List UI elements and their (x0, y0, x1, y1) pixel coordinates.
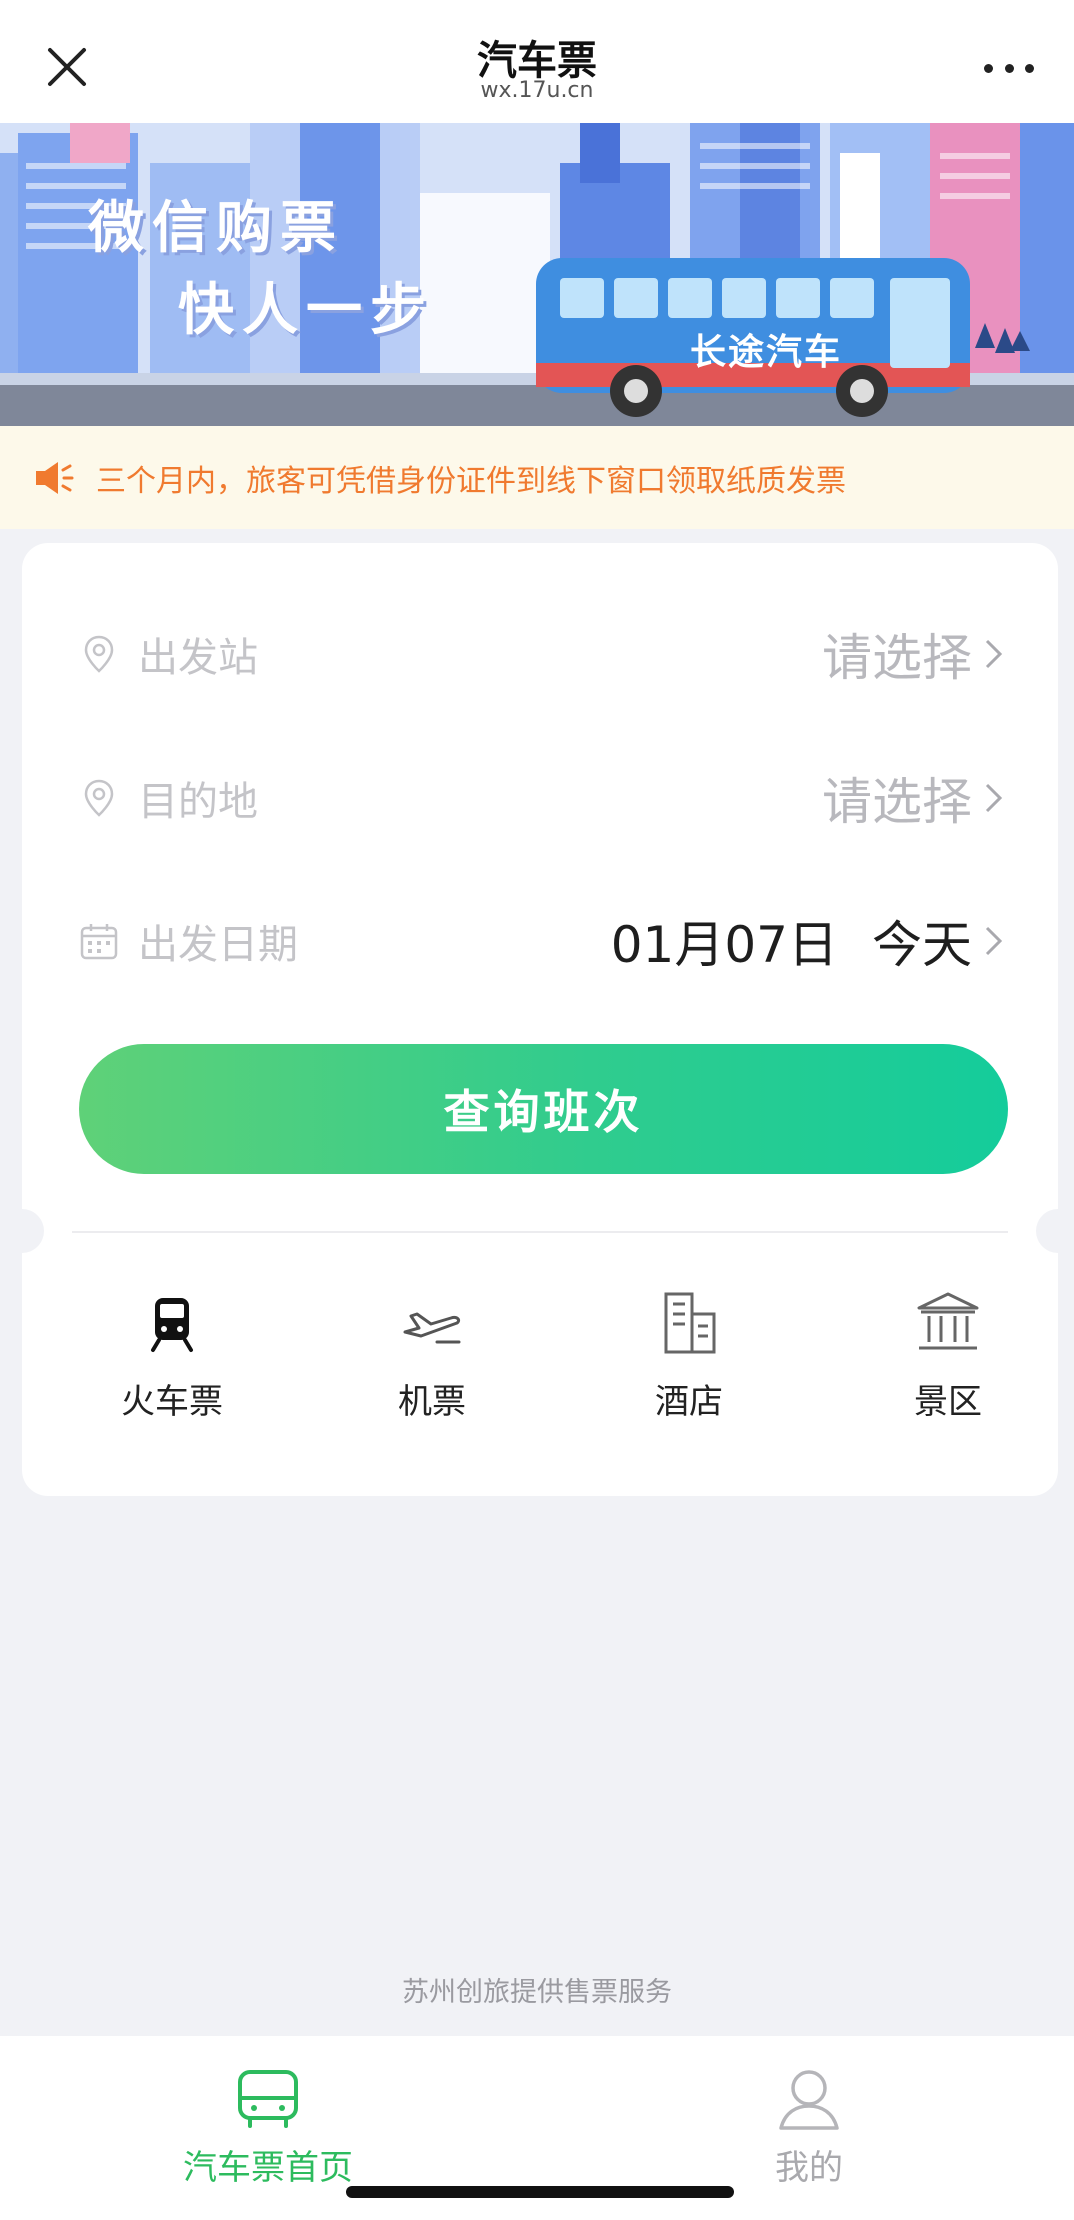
service-label: 火车票 (121, 1382, 223, 1422)
card-divider (72, 1231, 1008, 1233)
service-hotels[interactable]: 酒店 (589, 1288, 789, 1438)
notice-text: 三个月内，旅客可凭借身份证件到线下窗口领取纸质发票 (96, 463, 846, 499)
date-text: 01月07日 (610, 916, 838, 974)
destination-value: 请选择 (822, 773, 972, 831)
top-navigation-bar: 汽车票 wx.17u.cn (0, 0, 1074, 123)
service-provider-text: 苏州创旅提供售票服务 (402, 1977, 672, 2008)
calendar-icon (78, 920, 120, 962)
tab-label: 汽车票首页 (183, 2148, 353, 2188)
service-train-tickets[interactable]: 火车票 (72, 1288, 272, 1438)
services-row: 火车票 机票 酒店 景区 (22, 1288, 1058, 1438)
page-url: wx.17u.cn (480, 78, 594, 103)
bus-sign-text: 长途汽车 (689, 331, 842, 373)
service-label: 景区 (914, 1382, 982, 1422)
search-card: 出发站 请选择 目的地 请选择 出发日期 01月07日 今天 查询班次 火车票 … (0, 543, 1074, 1496)
promo-banner[interactable]: 微信购票 快人一步 长途汽车 (0, 123, 1074, 426)
more-options-button[interactable] (974, 48, 1044, 88)
chevron-right-icon (982, 920, 1006, 962)
service-label: 机票 (398, 1382, 466, 1422)
location-pin-icon (78, 777, 120, 819)
origin-station-value: 请选择 (822, 629, 972, 687)
service-scenic-spots[interactable]: 景区 (848, 1288, 1048, 1438)
more-dot-icon (984, 63, 993, 73)
home-indicator (346, 2186, 734, 2198)
banner-slogan-line1: 微信购票 (88, 195, 344, 261)
relative-day-text: 今天 (872, 916, 972, 974)
chevron-right-icon (982, 777, 1006, 819)
service-label: 酒店 (655, 1382, 723, 1422)
card-notch-left (0, 1209, 44, 1253)
more-dot-icon (1004, 63, 1014, 73)
hotel-icon (654, 1288, 724, 1358)
notice-bar: 三个月内，旅客可凭借身份证件到线下窗口领取纸质发票 (0, 426, 1074, 529)
departure-date-value: 01月07日 今天 (611, 905, 972, 977)
user-icon (773, 2066, 845, 2132)
search-schedules-button[interactable]: 查询班次 (79, 1044, 1008, 1174)
more-dot-icon (1025, 63, 1034, 73)
speaker-icon (32, 456, 76, 500)
city-bus-illustration (0, 123, 1074, 426)
departure-date-label: 出发日期 (138, 922, 298, 968)
tab-label: 我的 (775, 2148, 843, 2188)
banner-slogan-line2: 快人一步 (178, 277, 434, 343)
origin-station-row[interactable]: 出发站 请选择 (22, 599, 1058, 709)
origin-station-label: 出发站 (138, 635, 258, 681)
departure-date-row[interactable]: 出发日期 01月07日 今天 (22, 886, 1058, 996)
bus-icon (232, 2066, 304, 2132)
tab-my-account[interactable]: 我的 (659, 2066, 959, 2189)
scenic-spot-icon (913, 1288, 983, 1358)
card-notch-right (1036, 1209, 1074, 1253)
destination-row[interactable]: 目的地 请选择 (22, 743, 1058, 853)
train-icon (137, 1288, 207, 1358)
location-pin-icon (78, 633, 120, 675)
tab-bus-tickets-home[interactable]: 汽车票首页 (118, 2066, 418, 2189)
chevron-right-icon (982, 633, 1006, 675)
destination-label: 目的地 (138, 779, 258, 825)
airplane-icon (397, 1288, 467, 1358)
service-flight-tickets[interactable]: 机票 (332, 1288, 532, 1438)
